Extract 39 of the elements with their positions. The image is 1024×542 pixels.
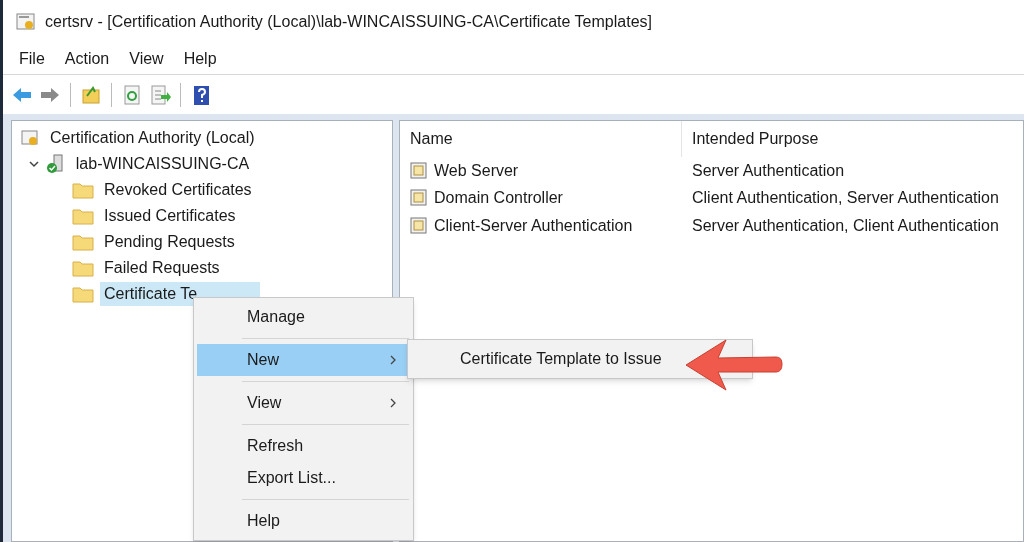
table-cell-text: Domain Controller [434, 188, 563, 209]
menu-item[interactable]: View [197, 387, 410, 419]
tree-item[interactable]: Revoked Certificates [100, 178, 254, 202]
tree-item[interactable]: Failed Requests [100, 256, 222, 280]
menu-item[interactable]: Help [175, 45, 225, 73]
column-header[interactable]: Name [400, 121, 682, 157]
table-cell-text: Client Authentication, Server Authentication [692, 188, 999, 209]
certificate-icon [15, 11, 37, 33]
window-title: certsrv - [Certification Authority (Local)\lab-WINCAISSUING-CA\Certificate Templates] [45, 12, 652, 32]
menu-item[interactable]: Action [56, 45, 118, 73]
refresh-icon[interactable] [121, 83, 143, 106]
export-icon[interactable] [149, 83, 171, 106]
column-header[interactable]: Intended Purpose [682, 121, 1023, 157]
arrow-icon [684, 338, 784, 392]
certificate-icon [20, 128, 40, 148]
table-cell-text: Web Server [434, 160, 519, 181]
menu-item[interactable]: New [197, 344, 410, 376]
table-cell-text: Server Authentication [692, 160, 845, 181]
tree-item[interactable]: Pending Requests [100, 230, 237, 254]
folder-icon [72, 233, 94, 251]
table-cell-text: Server Authentication, Client Authentication [692, 215, 999, 236]
folder-icon [72, 181, 94, 199]
menu-item[interactable]: Export List... [197, 462, 410, 494]
tree-item[interactable]: Certification Authority (Local) [46, 126, 257, 150]
folder-icon [72, 207, 94, 225]
chevron-down-icon[interactable] [27, 158, 40, 170]
template-icon [410, 189, 428, 208]
table-cell-text: Client-Server Authentication [434, 215, 633, 236]
tree-item[interactable]: Issued Certificates [100, 204, 238, 228]
menu-item[interactable]: View [121, 45, 172, 73]
tree-item[interactable]: lab-WINCAISSUING-CA [71, 152, 252, 176]
menu-item[interactable]: Refresh [197, 430, 410, 462]
folder-icon [72, 259, 94, 277]
template-icon [410, 161, 428, 180]
template-icon [410, 216, 428, 235]
folder-icon [72, 285, 94, 303]
menu-item[interactable]: Help [197, 505, 410, 537]
server-icon [45, 154, 66, 174]
menu-item[interactable]: File [11, 45, 53, 73]
